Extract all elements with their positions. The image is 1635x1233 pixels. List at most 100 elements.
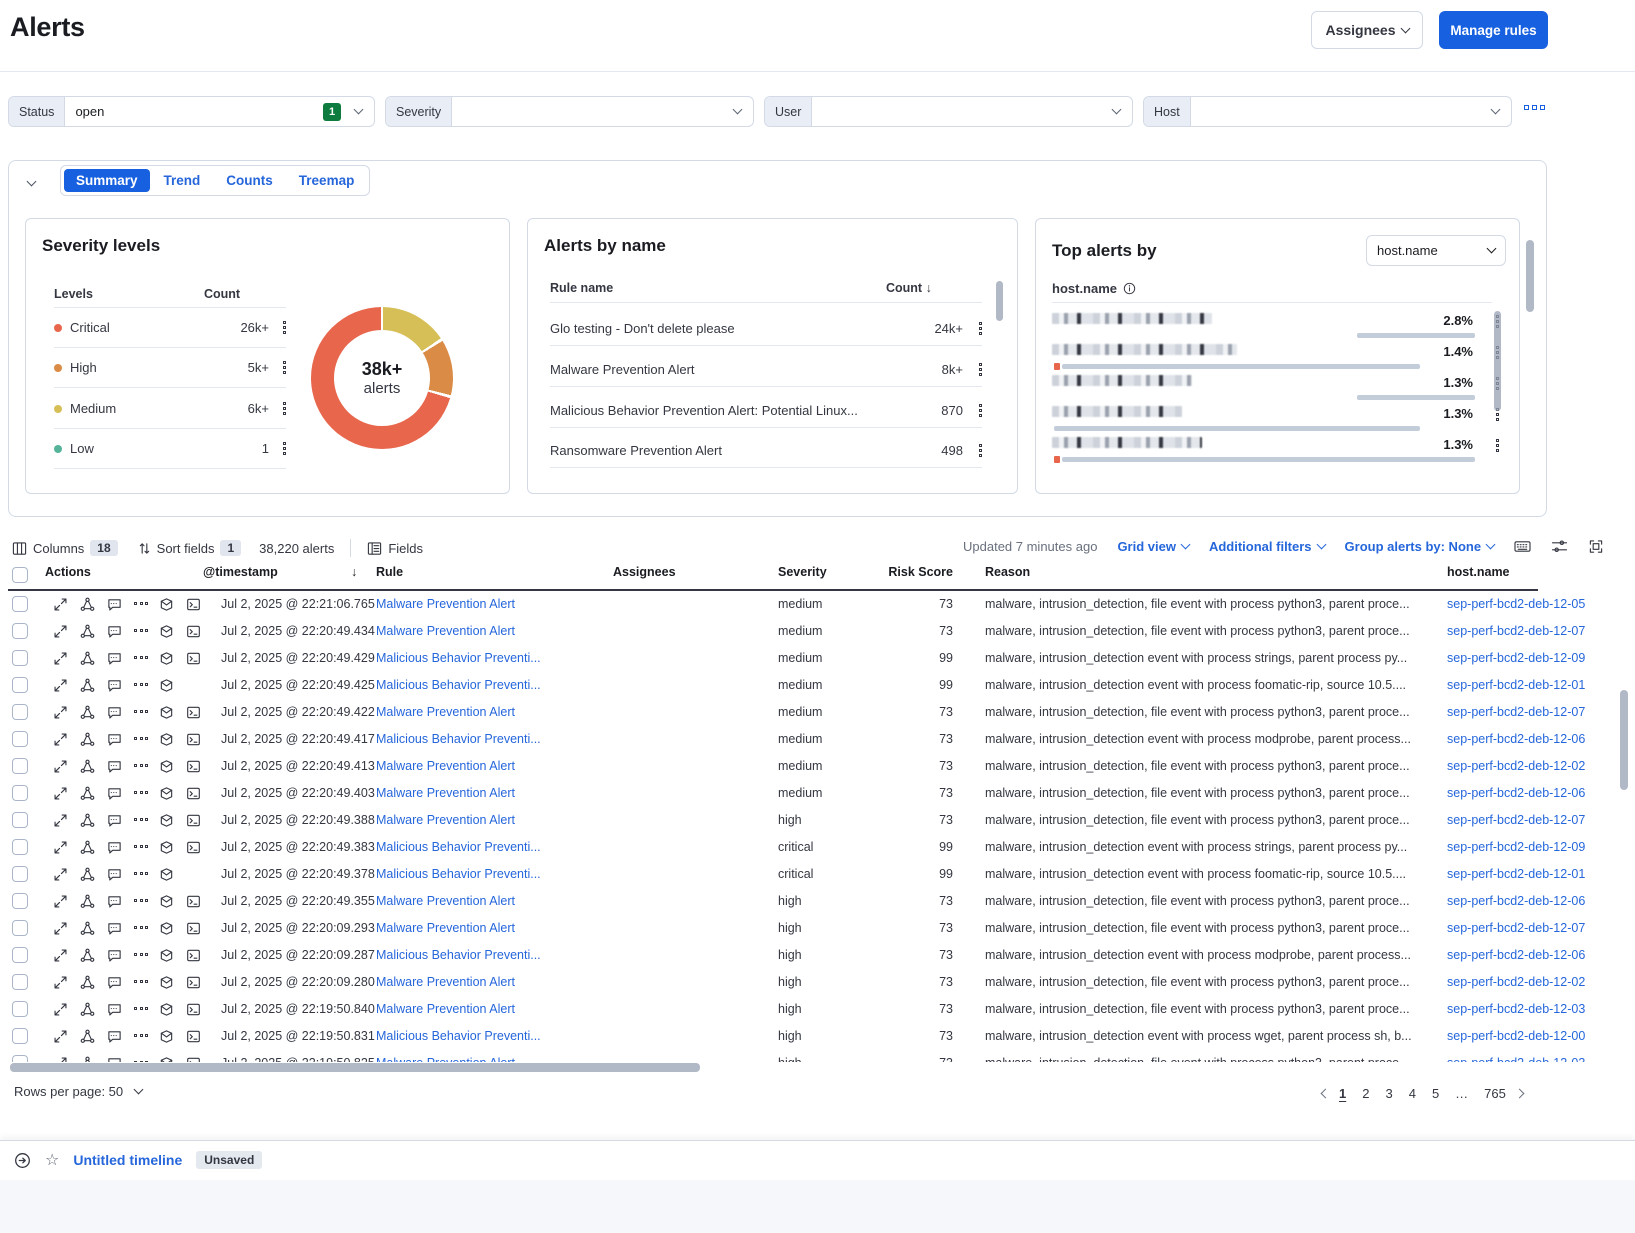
col-risk-score[interactable]: Risk Score bbox=[888, 565, 953, 579]
status-filter[interactable]: Status open 1 bbox=[8, 96, 375, 127]
row-checkbox[interactable] bbox=[12, 758, 28, 779]
expand-alert-icon[interactable] bbox=[53, 867, 68, 882]
alert-host-link[interactable]: sep-perf-bcd2-deb-12-01 bbox=[1447, 867, 1610, 881]
alert-rule-link[interactable]: Malware Prevention Alert bbox=[376, 894, 571, 908]
alert-rule-link[interactable]: Malicious Behavior Preventi... bbox=[376, 948, 571, 962]
add-note-icon[interactable] bbox=[107, 1002, 122, 1017]
panel-scrollbar[interactable] bbox=[996, 281, 1003, 321]
analyze-event-icon[interactable] bbox=[80, 1002, 95, 1017]
add-note-icon[interactable] bbox=[107, 705, 122, 720]
alert-host-link[interactable]: sep-perf-bcd2-deb-12-06 bbox=[1447, 786, 1610, 800]
more-actions-icon[interactable] bbox=[134, 953, 148, 956]
more-actions-icon[interactable] bbox=[134, 1007, 148, 1010]
row-checkbox[interactable] bbox=[12, 785, 28, 806]
row-checkbox[interactable] bbox=[12, 812, 28, 833]
analyze-event-icon[interactable] bbox=[80, 867, 95, 882]
expand-alert-icon[interactable] bbox=[53, 759, 68, 774]
session-view-icon[interactable] bbox=[186, 597, 201, 612]
more-actions-icon[interactable] bbox=[134, 683, 148, 686]
alert-rule-link[interactable]: Malware Prevention Alert bbox=[376, 705, 571, 719]
select-all-checkbox[interactable] bbox=[12, 567, 28, 588]
manage-rules-button[interactable]: Manage rules bbox=[1439, 11, 1548, 49]
rows-per-page-button[interactable]: Rows per page: 50 bbox=[14, 1084, 142, 1099]
col-host-name[interactable]: host.name bbox=[1447, 565, 1510, 579]
investigate-in-timeline-icon[interactable] bbox=[159, 1002, 174, 1017]
analyze-event-icon[interactable] bbox=[80, 948, 95, 963]
more-actions-icon[interactable] bbox=[134, 737, 148, 740]
analyze-event-icon[interactable] bbox=[80, 894, 95, 909]
fields-button[interactable]: Fields bbox=[367, 541, 423, 556]
assignees-button[interactable]: Assignees bbox=[1311, 11, 1423, 49]
page-765[interactable]: 765 bbox=[1478, 1084, 1512, 1103]
investigate-in-timeline-icon[interactable] bbox=[159, 624, 174, 639]
alert-rule-link[interactable]: Malware Prevention Alert bbox=[376, 1002, 571, 1016]
session-view-icon[interactable] bbox=[186, 1029, 201, 1044]
alert-host-link[interactable]: sep-perf-bcd2-deb-12-03 bbox=[1447, 1056, 1610, 1062]
alert-host-link[interactable]: sep-perf-bcd2-deb-12-09 bbox=[1447, 651, 1610, 665]
page-4[interactable]: 4 bbox=[1403, 1084, 1422, 1103]
analyze-event-icon[interactable] bbox=[80, 732, 95, 747]
alert-rule-link[interactable]: Malicious Behavior Preventi... bbox=[376, 678, 571, 692]
alert-host-link[interactable]: sep-perf-bcd2-deb-12-03 bbox=[1447, 1002, 1610, 1016]
add-note-icon[interactable] bbox=[107, 732, 122, 747]
expand-alert-icon[interactable] bbox=[53, 1056, 68, 1062]
session-view-icon[interactable] bbox=[186, 840, 201, 855]
alert-rule-link[interactable]: Malware Prevention Alert bbox=[376, 921, 571, 935]
page-5[interactable]: 5 bbox=[1426, 1084, 1445, 1103]
row-actions-icon[interactable] bbox=[1496, 439, 1499, 452]
row-checkbox[interactable] bbox=[12, 650, 28, 671]
analyze-event-icon[interactable] bbox=[80, 678, 95, 693]
info-icon[interactable] bbox=[1123, 282, 1136, 295]
more-actions-icon[interactable] bbox=[134, 629, 148, 632]
expand-alert-icon[interactable] bbox=[53, 678, 68, 693]
more-actions-icon[interactable] bbox=[134, 980, 148, 983]
expand-alert-icon[interactable] bbox=[53, 975, 68, 990]
investigate-in-timeline-icon[interactable] bbox=[159, 894, 174, 909]
expand-alert-icon[interactable] bbox=[53, 948, 68, 963]
section-scrollbar[interactable] bbox=[1526, 240, 1534, 312]
tab-trend[interactable]: Trend bbox=[152, 169, 213, 192]
row-checkbox[interactable] bbox=[12, 893, 28, 914]
analyze-event-icon[interactable] bbox=[80, 597, 95, 612]
add-note-icon[interactable] bbox=[107, 786, 122, 801]
investigate-in-timeline-icon[interactable] bbox=[159, 948, 174, 963]
alert-host-link[interactable]: sep-perf-bcd2-deb-12-06 bbox=[1447, 732, 1610, 746]
session-view-icon[interactable] bbox=[186, 813, 201, 828]
col-rule[interactable]: Rule bbox=[376, 565, 403, 579]
severity-filter[interactable]: Severity bbox=[385, 96, 754, 127]
add-note-icon[interactable] bbox=[107, 948, 122, 963]
horizontal-scrollbar[interactable] bbox=[10, 1063, 700, 1072]
alert-rule-link[interactable]: Malicious Behavior Preventi... bbox=[376, 732, 571, 746]
add-note-icon[interactable] bbox=[107, 624, 122, 639]
investigate-in-timeline-icon[interactable] bbox=[159, 975, 174, 990]
col-reason[interactable]: Reason bbox=[985, 565, 1030, 579]
session-view-icon[interactable] bbox=[186, 624, 201, 639]
alert-host-link[interactable]: sep-perf-bcd2-deb-12-07 bbox=[1447, 813, 1610, 827]
host-filter[interactable]: Host bbox=[1143, 96, 1512, 127]
tab-counts[interactable]: Counts bbox=[214, 169, 285, 192]
alert-host-link[interactable]: sep-perf-bcd2-deb-12-07 bbox=[1447, 921, 1610, 935]
more-actions-icon[interactable] bbox=[134, 872, 148, 875]
session-view-icon[interactable] bbox=[186, 1056, 201, 1062]
row-checkbox[interactable] bbox=[12, 920, 28, 941]
session-view-icon[interactable] bbox=[186, 786, 201, 801]
expand-alert-icon[interactable] bbox=[53, 705, 68, 720]
session-view-icon[interactable] bbox=[186, 948, 201, 963]
more-actions-icon[interactable] bbox=[134, 845, 148, 848]
analyze-event-icon[interactable] bbox=[80, 1056, 95, 1062]
row-checkbox[interactable] bbox=[12, 596, 28, 617]
analyze-event-icon[interactable] bbox=[80, 1029, 95, 1044]
analyze-event-icon[interactable] bbox=[80, 921, 95, 936]
alert-rule-link[interactable]: Malware Prevention Alert bbox=[376, 597, 571, 611]
row-checkbox[interactable] bbox=[12, 623, 28, 644]
more-actions-icon[interactable] bbox=[134, 764, 148, 767]
more-actions-icon[interactable] bbox=[134, 791, 148, 794]
more-filters-icon[interactable] bbox=[1524, 105, 1545, 110]
investigate-in-timeline-icon[interactable] bbox=[159, 678, 174, 693]
alert-rule-link[interactable]: Malware Prevention Alert bbox=[376, 624, 571, 638]
page-3[interactable]: 3 bbox=[1379, 1084, 1398, 1103]
row-checkbox[interactable] bbox=[12, 1055, 28, 1062]
add-note-icon[interactable] bbox=[107, 651, 122, 666]
expand-alert-icon[interactable] bbox=[53, 921, 68, 936]
alert-rule-link[interactable]: Malicious Behavior Preventi... bbox=[376, 1029, 571, 1043]
